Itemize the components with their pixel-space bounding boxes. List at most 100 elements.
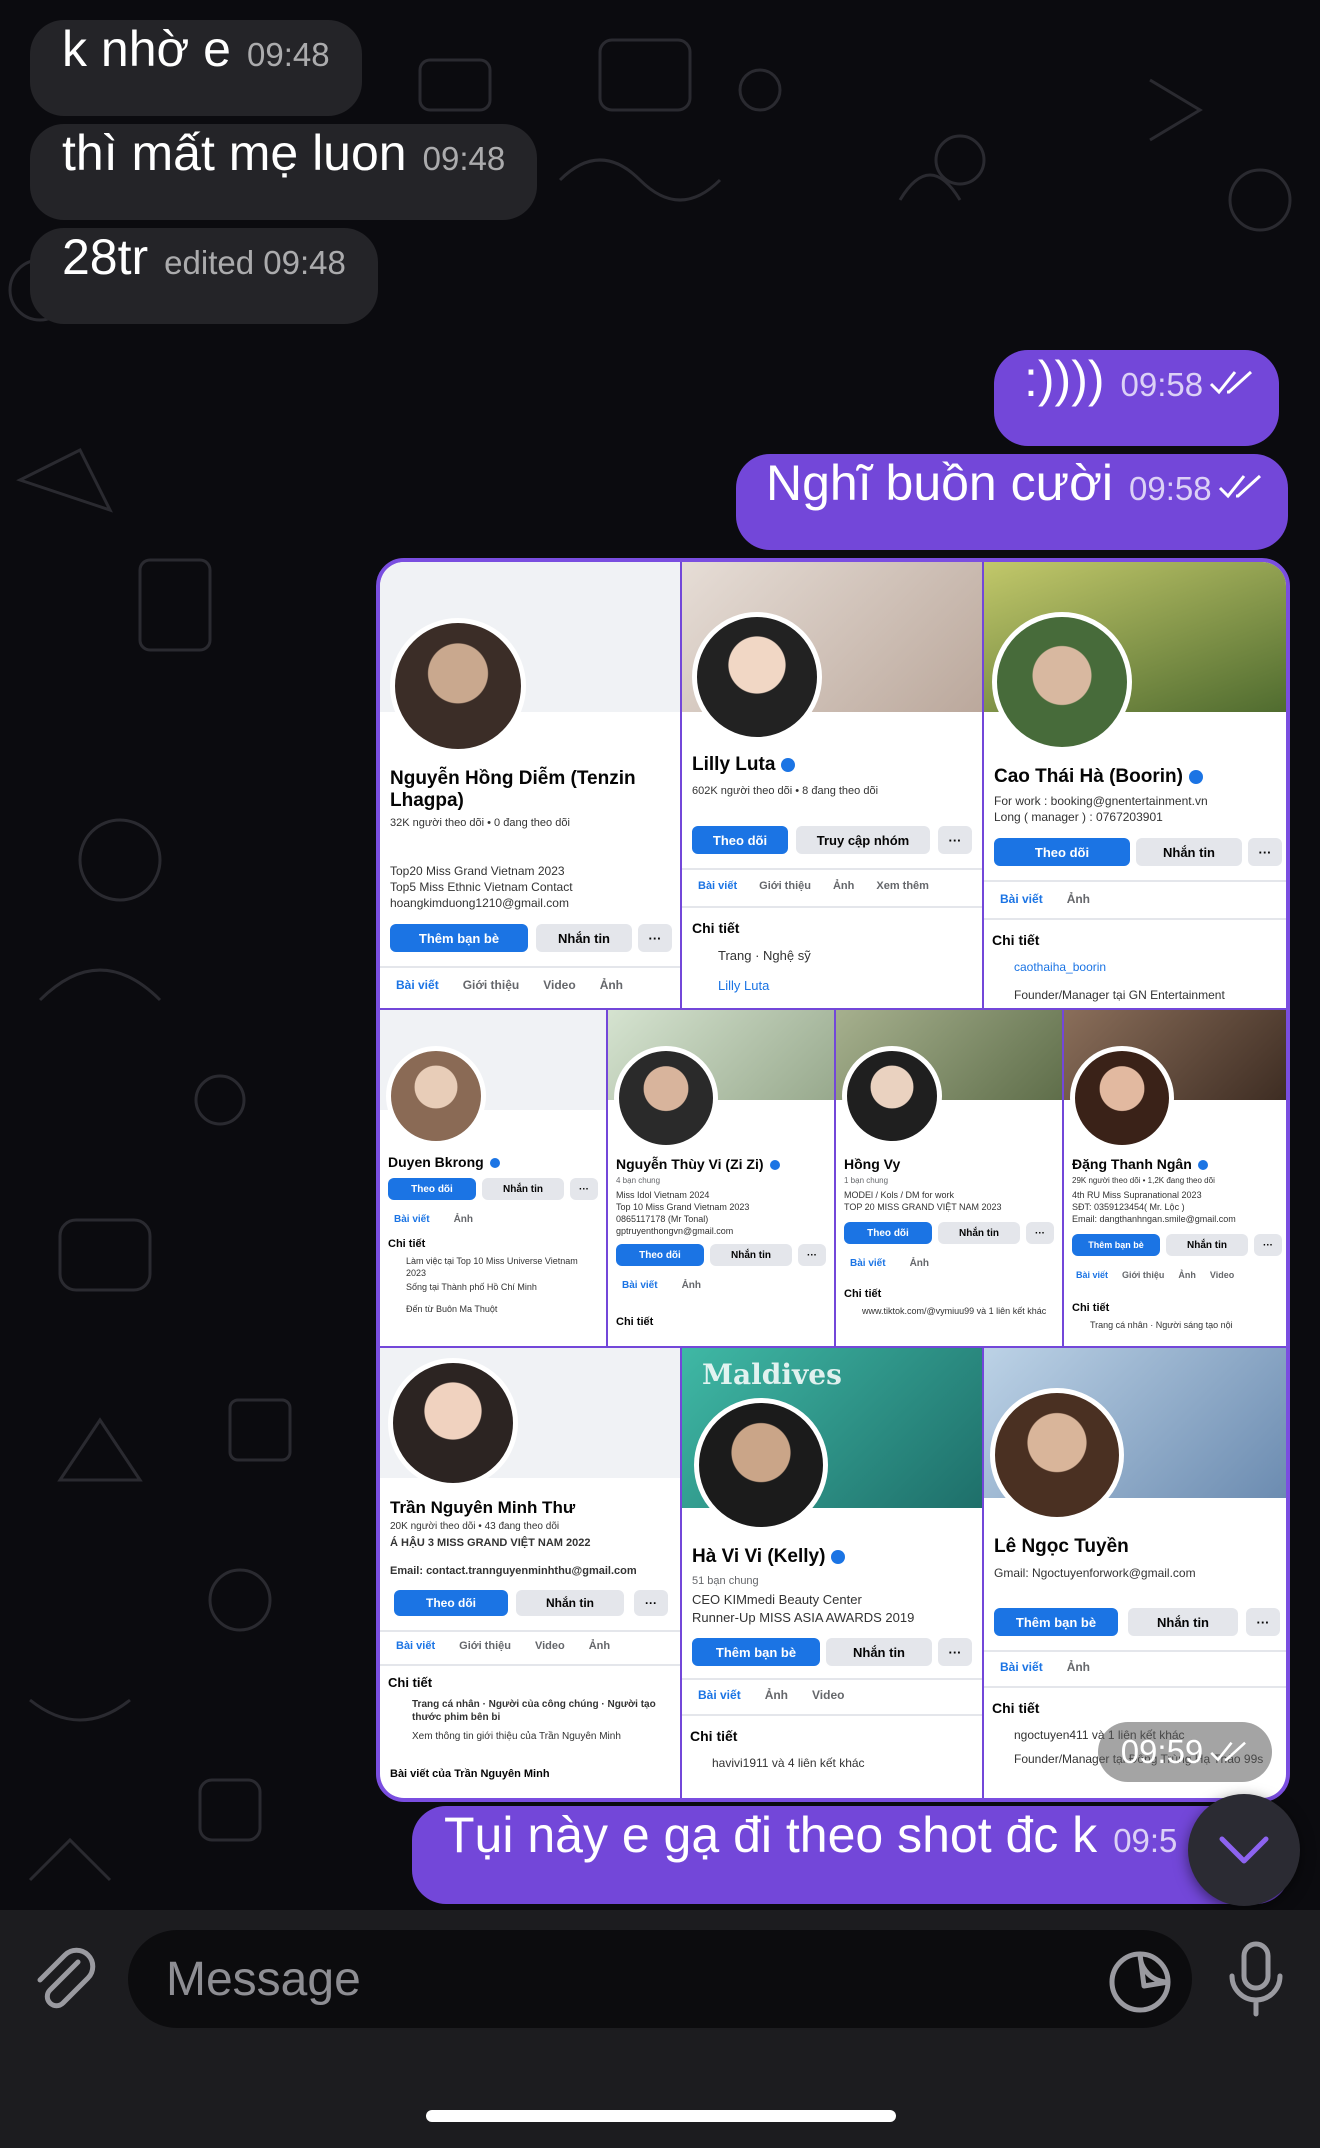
message-button[interactable]: Nhắn tin [482,1178,564,1200]
detail-line: Trang cá nhân · Người của công chúng · N… [412,1699,656,1723]
tab-posts[interactable]: Bài viết [1076,1270,1108,1280]
tab-photos[interactable]: Ảnh [1178,1270,1196,1280]
more-button[interactable]: ··· [1026,1222,1054,1244]
follow-button[interactable]: Theo dõi [616,1244,704,1266]
profile-card[interactable]: Duyen Bkrong Theo dõi Nhắn tin ··· Bài v… [380,1010,606,1346]
visit-group-button[interactable]: Truy cập nhóm [796,826,930,854]
profile-card[interactable]: Lilly Luta 602K người theo dõi • 8 đang … [682,562,982,1008]
tab-photos[interactable]: Ảnh [910,1258,929,1269]
profile-card[interactable]: Đặng Thanh Ngân 29K người theo dõi • 1,2… [1064,1010,1286,1346]
message-button[interactable]: Nhắn tin [1166,1234,1248,1256]
tab-about[interactable]: Giới thiệu [463,978,520,992]
follow-button[interactable]: Theo dõi [394,1590,508,1616]
message-button[interactable]: Nhắn tin [826,1638,932,1666]
tab-posts[interactable]: Bài viết [698,1688,741,1702]
tab-video[interactable]: Video [1210,1270,1234,1280]
message-time: 09:58 [1120,366,1204,403]
scroll-to-bottom-button[interactable] [1188,1794,1300,1906]
verified-icon [781,757,796,772]
message-button[interactable]: Nhắn tin [710,1244,792,1266]
tab-photos[interactable]: Ảnh [765,1688,788,1702]
message-bubble-outgoing[interactable]: Tụi này e gạ đi theo shot đc k 09:5 [412,1806,1290,1904]
follow-button[interactable]: Theo dõi [692,826,788,854]
more-button[interactable]: ··· [1246,1608,1280,1636]
more-button[interactable]: ··· [634,1590,668,1616]
tab-posts[interactable]: Bài viết [394,1214,430,1225]
paperclip-icon[interactable] [24,1940,104,2020]
more-button[interactable]: ··· [798,1244,826,1266]
more-button[interactable]: ··· [938,826,972,854]
sticker-icon[interactable] [1104,1946,1176,2018]
tab-more[interactable]: Xem thêm [876,880,929,892]
more-button[interactable]: ··· [638,924,672,952]
tab-video[interactable]: Video [543,978,575,992]
avatar [990,1388,1124,1522]
profile-card[interactable]: Nguyễn Hồng Diễm (Tenzin Lhagpa) 32K ngư… [380,562,680,1008]
profile-name: Lê Ngọc Tuyền [994,1536,1129,1557]
mutual-friends: 4 bạn chung [616,1176,661,1185]
tab-photos[interactable]: Ảnh [600,978,623,992]
tab-video[interactable]: Video [535,1640,565,1652]
tab-photos[interactable]: Ảnh [1067,892,1090,906]
message-button[interactable]: Nhắn tin [536,924,632,952]
tab-posts[interactable]: Bài viết [698,880,737,892]
message-button[interactable]: Nhắn tin [1128,1608,1238,1636]
add-friend-button[interactable]: Thêm bạn bè [692,1638,820,1666]
tab-about[interactable]: Giới thiệu [1122,1270,1164,1280]
tab-photos[interactable]: Ảnh [1067,1660,1090,1674]
more-button[interactable]: ··· [1254,1234,1282,1256]
profile-card[interactable]: Hồng Vy 1 bạn chung MODEl / Kols / DM fo… [836,1010,1062,1346]
add-friend-button[interactable]: Thêm bạn bè [390,924,528,952]
follow-button[interactable]: Theo dõi [844,1222,932,1244]
profile-card[interactable]: Cao Thái Hà (Boorin) For work : booking@… [984,562,1286,1008]
message-bubble-outgoing[interactable]: Nghĩ buồn cười 09:58 [736,454,1288,550]
message-time: 09:48 [422,140,506,177]
profile-tabs: Bài viết Ảnh [1000,892,1090,906]
details-heading: Chi tiết [388,1238,426,1250]
profile-name: Nguyễn Hồng Diễm (Tenzin Lhagpa) [390,768,636,811]
photo-collage[interactable]: Nguyễn Hồng Diễm (Tenzin Lhagpa) 32K ngư… [376,558,1290,1802]
home-indicator [426,2110,896,2122]
bio-line: MODEl / Kols / DM for work [844,1190,955,1200]
detail-line: Làm việc tại Top 10 Miss Universe Vietna… [406,1256,578,1278]
bio-line: Top5 Miss Ethnic Vietnam Contact [390,880,573,894]
tab-posts[interactable]: Bài viết [396,1640,435,1652]
profile-name: Cao Thái Hà (Boorin) [994,766,1203,788]
add-friend-button[interactable]: Thêm bạn bè [1072,1234,1160,1256]
tab-video[interactable]: Video [812,1688,844,1702]
message-button[interactable]: Nhắn tin [1136,838,1242,866]
bio-line: Gmail: Ngoctuyenforwork@gmail.com [994,1566,1196,1580]
profile-card[interactable]: Nguyễn Thùy Vi (Zi Zi) 4 bạn chung Miss … [608,1010,834,1346]
message-text: thì mất mẹ luon [62,125,407,181]
more-button[interactable]: ··· [1248,838,1282,866]
microphone-icon[interactable] [1216,1938,1296,2018]
add-friend-button[interactable]: Thêm bạn bè [994,1608,1118,1636]
message-bubble-incoming[interactable]: 28tr edited 09:48 [30,228,378,324]
tab-about[interactable]: Giới thiệu [459,1640,511,1652]
tab-posts[interactable]: Bài viết [850,1258,886,1269]
tab-posts[interactable]: Bài viết [1000,1660,1043,1674]
message-bubble-incoming[interactable]: thì mất mẹ luon 09:48 [30,124,538,220]
follow-button[interactable]: Theo dõi [994,838,1130,866]
tab-posts[interactable]: Bài viết [622,1280,658,1291]
profile-card[interactable]: Maldives Hà Vi Vi (Kelly) 51 bạn chung C… [682,1348,982,1798]
follow-button[interactable]: Theo dõi [388,1178,476,1200]
message-bubble-incoming[interactable]: k nhờ e 09:48 [30,20,362,116]
tab-posts[interactable]: Bài viết [1000,892,1043,906]
message-button[interactable]: Nhắn tin [938,1222,1020,1244]
message-bubble-outgoing[interactable]: :)))) 09:58 [994,350,1280,446]
more-button[interactable]: ··· [570,1178,598,1200]
tab-about[interactable]: Giới thiệu [759,880,811,892]
tab-photos[interactable]: Ảnh [833,880,854,892]
bio-line: 0865117178 (Mr Tonal) [616,1214,709,1224]
tab-photos[interactable]: Ảnh [589,1640,610,1652]
message-button[interactable]: Nhắn tin [516,1590,624,1616]
more-button[interactable]: ··· [938,1638,972,1666]
message-time: 09:59 [1120,1733,1204,1770]
tab-photos[interactable]: Ảnh [682,1280,701,1291]
bio-line: Long ( manager ) : 0767203901 [994,810,1163,824]
tab-photos[interactable]: Ảnh [454,1214,473,1225]
tab-posts[interactable]: Bài viết [396,978,439,992]
profile-card[interactable]: Trần Nguyên Minh Thư 20K người theo dõi … [380,1348,680,1798]
details-heading: Chi tiết [616,1316,654,1328]
